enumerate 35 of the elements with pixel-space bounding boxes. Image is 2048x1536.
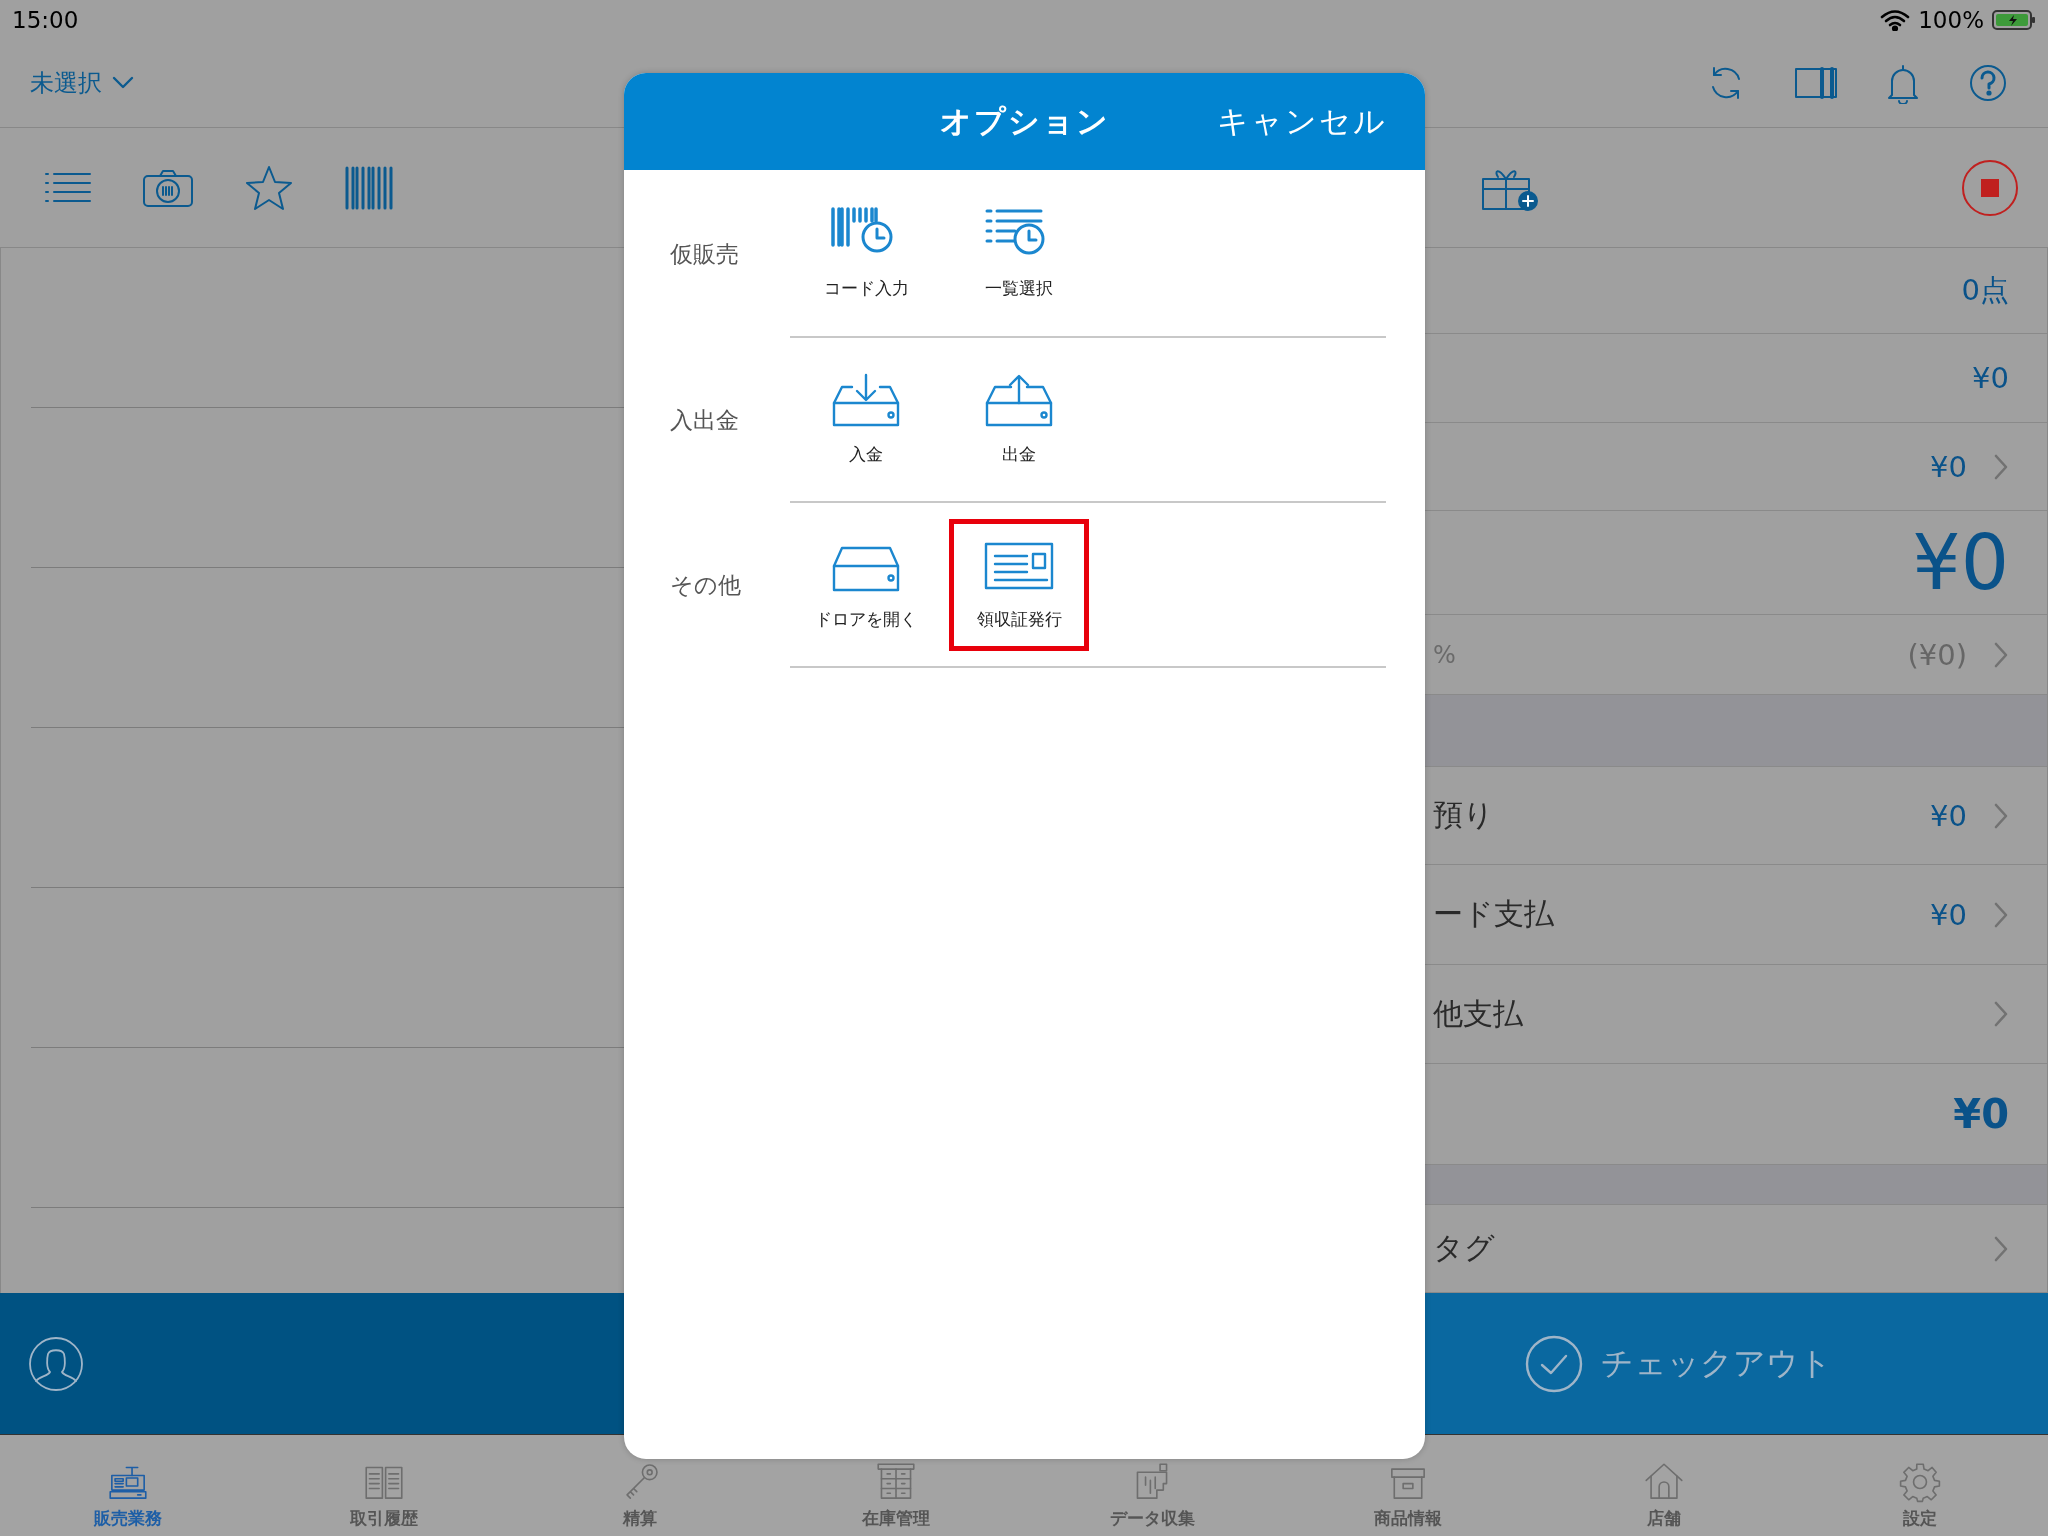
- tab[interactable]: データ収集: [1024, 1461, 1280, 1536]
- tab[interactable]: 販売業務: [0, 1461, 256, 1536]
- option-button[interactable]: コード入力: [796, 187, 936, 319]
- tax-amount: (¥0): [1907, 637, 1967, 672]
- section-label: 入出金: [669, 406, 740, 435]
- row-label: 他支払: [1433, 994, 1523, 1033]
- status-time: 15:00: [12, 6, 79, 33]
- tab[interactable]: 商品情報: [1280, 1461, 1536, 1536]
- tab[interactable]: 精算: [512, 1461, 768, 1536]
- amount-value: ¥0: [1930, 897, 1967, 932]
- row-label: ード支払: [1433, 895, 1554, 933]
- tab[interactable]: 店舗: [1536, 1461, 1792, 1536]
- cancel-button[interactable]: キャンセル: [1217, 100, 1387, 143]
- row-label: 預り: [1433, 796, 1494, 834]
- balance-amount: ¥0: [1953, 1091, 2009, 1137]
- tab[interactable]: 取引履歴: [256, 1461, 512, 1536]
- tab[interactable]: 在庫管理: [768, 1461, 1024, 1536]
- amount-value: ¥0: [1972, 361, 2009, 395]
- option-button[interactable]: 一覧選択: [949, 187, 1089, 319]
- option-button[interactable]: ドロアを開く: [796, 518, 936, 651]
- amount-value: ¥0: [1930, 449, 1967, 484]
- amount-value: ¥0: [1930, 798, 1967, 833]
- option-button[interactable]: 領収証発行: [949, 518, 1089, 651]
- section-label: 仮販売: [669, 239, 740, 269]
- dialog-title: オプション: [939, 101, 1110, 141]
- amount-value: 0点: [1961, 271, 2009, 309]
- tab[interactable]: 設定: [1792, 1461, 2048, 1536]
- store-picker[interactable]: 未選択: [30, 61, 134, 105]
- row-label: %: [1433, 640, 1456, 669]
- section-label: その他: [669, 571, 742, 600]
- row-label: タグ: [1433, 1229, 1495, 1267]
- option-button[interactable]: 入金: [796, 353, 936, 486]
- total-amount: ¥0: [1912, 518, 2009, 607]
- option-button[interactable]: 出金: [949, 353, 1089, 486]
- battery-percent: 100%: [1918, 6, 1984, 33]
